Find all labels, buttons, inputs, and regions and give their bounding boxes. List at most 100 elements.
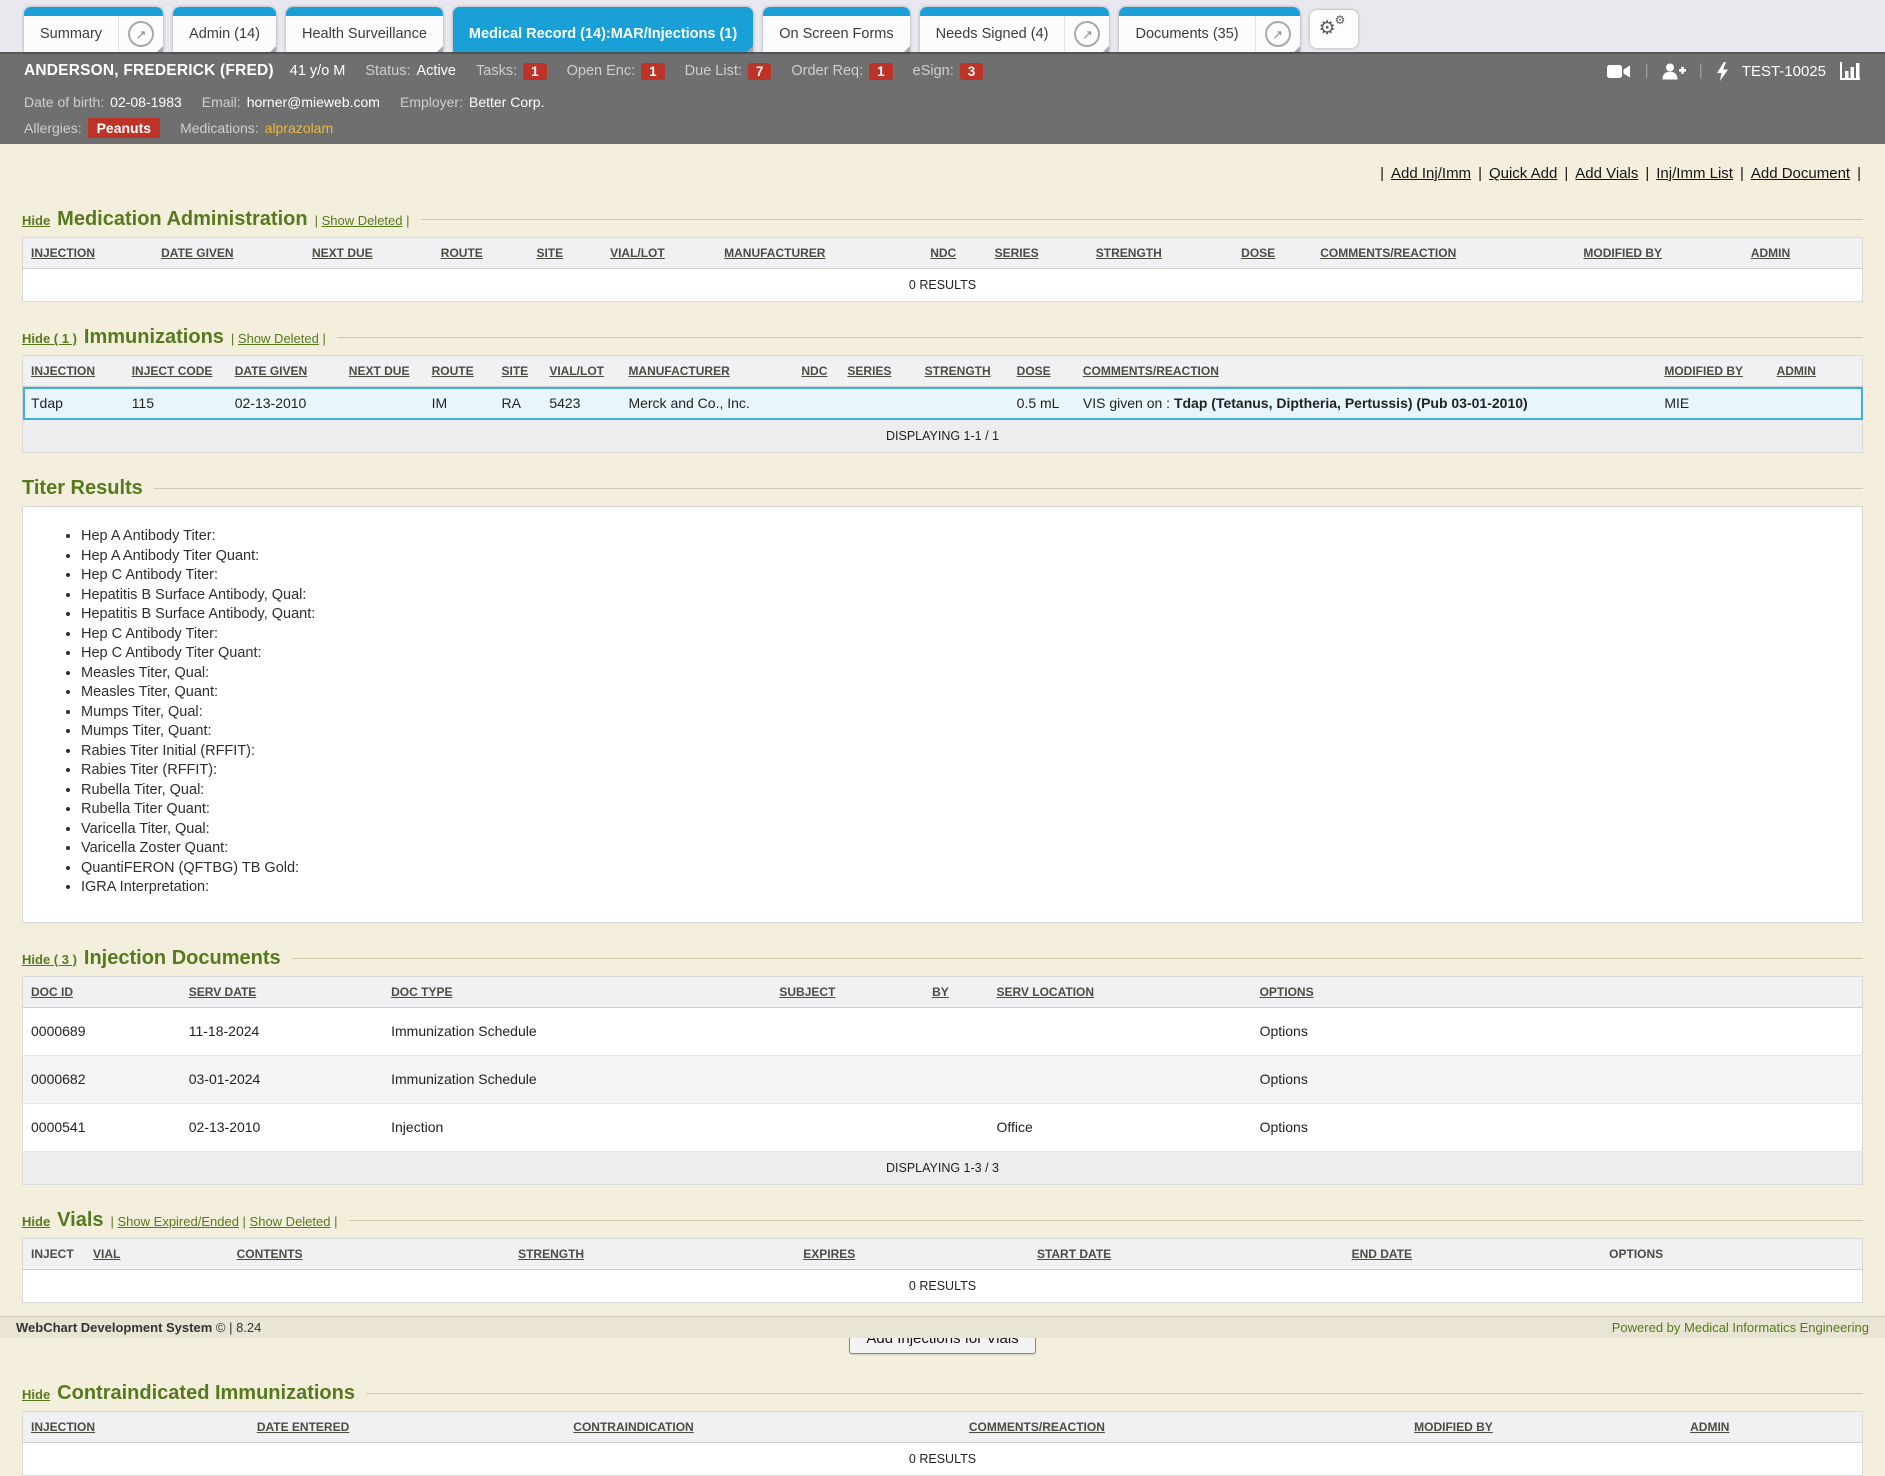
- column-header-comments-reaction[interactable]: COMMENTS/REACTION: [1320, 246, 1456, 260]
- cell-options[interactable]: Options: [1252, 1103, 1863, 1151]
- tab-summary[interactable]: Summary↗: [24, 7, 163, 52]
- add-person-icon[interactable]: [1662, 63, 1686, 80]
- tab-on-screen-forms[interactable]: On Screen Forms: [763, 7, 909, 52]
- cell-dose: 0.5 mL: [1009, 387, 1075, 420]
- column-header-injection[interactable]: INJECTION: [31, 364, 95, 378]
- column-header-doc-id[interactable]: DOC ID: [31, 985, 73, 999]
- section-medication-administration: Hide Medication Administration | Show De…: [22, 208, 1863, 302]
- column-header-date-given[interactable]: DATE GIVEN: [161, 246, 233, 260]
- table-row[interactable]: 000068203-01-2024Immunization ScheduleOp…: [23, 1055, 1863, 1103]
- column-header-route[interactable]: ROUTE: [441, 246, 483, 260]
- table-row[interactable]: 000068911-18-2024Immunization ScheduleOp…: [23, 1007, 1863, 1055]
- column-header-injection[interactable]: INJECTION: [31, 246, 95, 260]
- column-header-injection[interactable]: INJECTION: [31, 1420, 95, 1434]
- tab-medical-record-14-mar-injections-1[interactable]: Medical Record (14):MAR/Injections (1): [453, 7, 753, 52]
- cell-options[interactable]: Options: [1252, 1007, 1863, 1055]
- column-header-vial-lot[interactable]: VIAL/LOT: [549, 364, 604, 378]
- column-header-admin[interactable]: ADMIN: [1751, 246, 1790, 260]
- tab-documents-35[interactable]: Documents (35)↗: [1119, 7, 1299, 52]
- column-header-expires[interactable]: EXPIRES: [803, 1247, 855, 1261]
- column-header-series[interactable]: SERIES: [995, 246, 1039, 260]
- open-enc-count-badge[interactable]: 1: [641, 63, 665, 80]
- column-header-dose[interactable]: DOSE: [1241, 246, 1275, 260]
- tab-needs-signed-4[interactable]: Needs Signed (4)↗: [920, 7, 1110, 52]
- column-header-doc-type[interactable]: DOC TYPE: [391, 985, 452, 999]
- cell-options[interactable]: Options: [1252, 1055, 1863, 1103]
- column-header-route[interactable]: ROUTE: [432, 364, 474, 378]
- column-header-by[interactable]: BY: [932, 985, 949, 999]
- column-header-start-date[interactable]: START DATE: [1037, 1247, 1111, 1261]
- open-in-new-window-icon[interactable]: ↗: [1255, 16, 1300, 52]
- column-header-ndc[interactable]: NDC: [930, 246, 956, 260]
- add-inj-imm-link[interactable]: Add Inj/Imm: [1391, 165, 1471, 182]
- column-header-strength[interactable]: STRENGTH: [518, 1247, 584, 1261]
- lightning-icon[interactable]: [1716, 62, 1729, 81]
- column-header-series[interactable]: SERIES: [847, 364, 891, 378]
- column-header-admin[interactable]: ADMIN: [1777, 364, 1816, 378]
- column-header-admin[interactable]: ADMIN: [1690, 1420, 1729, 1434]
- table-row[interactable]: 000054102-13-2010InjectionOfficeOptions: [23, 1103, 1863, 1151]
- medications-value[interactable]: alprazolam: [265, 120, 333, 136]
- column-header-comments-reaction[interactable]: COMMENTS/REACTION: [969, 1420, 1105, 1434]
- column-header-serv-date[interactable]: SERV DATE: [189, 985, 257, 999]
- due-list-count-badge[interactable]: 7: [748, 63, 772, 80]
- show-expired-ended-link[interactable]: Show Expired/Ended: [118, 1214, 239, 1229]
- esign-count-badge[interactable]: 3: [960, 63, 984, 80]
- show-deleted-link[interactable]: Show Deleted: [250, 1214, 331, 1229]
- order-req-count-badge[interactable]: 1: [869, 63, 893, 80]
- vials-header: Hide Vials | Show Expired/Ended | Show D…: [22, 1209, 1863, 1232]
- column-header-options[interactable]: OPTIONS: [1260, 985, 1314, 999]
- tab-health-surveillance[interactable]: Health Surveillance: [286, 7, 443, 52]
- titer-item: Rubella Titer Quant:: [81, 800, 1862, 820]
- column-header-modified-by[interactable]: MODIFIED BY: [1414, 1420, 1493, 1434]
- column-header-ndc[interactable]: NDC: [801, 364, 827, 378]
- column-header-date-given[interactable]: DATE GIVEN: [235, 364, 307, 378]
- chart-icon[interactable]: [1839, 62, 1861, 80]
- column-header-next-due[interactable]: NEXT DUE: [349, 364, 410, 378]
- column-header-subject[interactable]: SUBJECT: [779, 985, 835, 999]
- open-in-new-window-icon[interactable]: ↗: [118, 16, 163, 52]
- column-header-vial-lot[interactable]: VIAL/LOT: [610, 246, 665, 260]
- column-header-end-date[interactable]: END DATE: [1352, 1247, 1412, 1261]
- empty-results-text: 0 RESULTS: [23, 1269, 1863, 1302]
- hide-vials-link[interactable]: Hide: [22, 1214, 50, 1229]
- tasks-count-badge[interactable]: 1: [523, 63, 547, 80]
- column-header-serv-location[interactable]: SERV LOCATION: [996, 985, 1094, 999]
- titer-item: Measles Titer, Quant:: [81, 683, 1862, 703]
- tab-admin-14[interactable]: Admin (14): [173, 7, 276, 52]
- column-header-modified-by[interactable]: MODIFIED BY: [1583, 246, 1662, 260]
- column-header-next-due[interactable]: NEXT DUE: [312, 246, 373, 260]
- gear-icon[interactable]: ⚙⚙: [1310, 10, 1358, 48]
- esign-label: eSign:: [913, 63, 954, 79]
- show-deleted-link[interactable]: Show Deleted: [322, 213, 403, 228]
- hide-contraindicated-immunizations-link[interactable]: Hide: [22, 1387, 50, 1402]
- column-header-strength[interactable]: STRENGTH: [925, 364, 991, 378]
- hide-immunizations-link[interactable]: Hide ( 1 ): [22, 331, 77, 346]
- hide-medication-administration-link[interactable]: Hide: [22, 213, 50, 228]
- add-document-link[interactable]: Add Document: [1751, 165, 1850, 182]
- show-deleted-link[interactable]: Show Deleted: [238, 331, 319, 346]
- column-header-contraindication[interactable]: CONTRAINDICATION: [573, 1420, 693, 1434]
- column-header-manufacturer[interactable]: MANUFACTURER: [628, 364, 729, 378]
- column-header-contents[interactable]: CONTENTS: [237, 1247, 303, 1261]
- open-in-new-window-icon[interactable]: ↗: [1064, 16, 1109, 52]
- cell-date-given: 02-13-2010: [227, 387, 341, 420]
- inj-imm-list-link[interactable]: Inj/Imm List: [1656, 165, 1733, 182]
- video-camera-icon[interactable]: [1607, 64, 1631, 79]
- hide-injection-documents-link[interactable]: Hide ( 3 ): [22, 952, 77, 967]
- allergy-chip[interactable]: Peanuts: [88, 118, 160, 138]
- quick-add-link[interactable]: Quick Add: [1489, 165, 1557, 182]
- column-header-dose[interactable]: DOSE: [1017, 364, 1051, 378]
- column-header-manufacturer[interactable]: MANUFACTURER: [724, 246, 825, 260]
- column-header-vial[interactable]: VIAL: [93, 1247, 120, 1261]
- column-header-site[interactable]: SITE: [536, 246, 563, 260]
- column-header-modified-by[interactable]: MODIFIED BY: [1664, 364, 1743, 378]
- table-row[interactable]: Tdap11502-13-2010IMRA5423Merck and Co., …: [23, 387, 1863, 420]
- column-header-site[interactable]: SITE: [502, 364, 529, 378]
- column-header-inject-code[interactable]: INJECT CODE: [132, 364, 213, 378]
- column-header-strength[interactable]: STRENGTH: [1096, 246, 1162, 260]
- vials-table: INJECTVIALCONTENTSSTRENGTHEXPIRESSTART D…: [22, 1238, 1863, 1303]
- add-vials-link[interactable]: Add Vials: [1575, 165, 1638, 182]
- column-header-date-entered[interactable]: DATE ENTERED: [257, 1420, 349, 1434]
- column-header-comments-reaction[interactable]: COMMENTS/REACTION: [1083, 364, 1219, 378]
